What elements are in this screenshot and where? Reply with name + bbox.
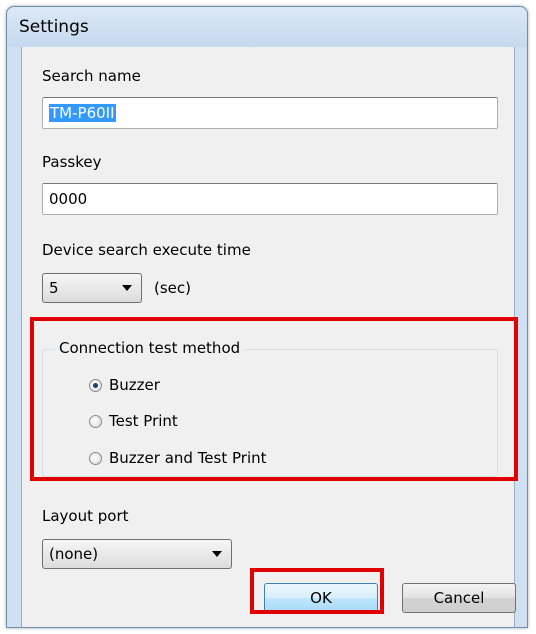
radio-buzzer-label: Buzzer [109, 376, 160, 394]
settings-dialog: Settings Search name TM-P60II Passkey 00… [6, 6, 528, 628]
passkey-value: 0000 [49, 190, 88, 208]
chevron-down-icon [212, 551, 222, 557]
radio-button-icon[interactable] [89, 452, 102, 465]
layout-port-select[interactable]: (none) [42, 539, 232, 569]
radio-buzzer-and-test-print-label: Buzzer and Test Print [109, 449, 267, 467]
device-search-time-select[interactable]: 5 [42, 273, 142, 303]
cancel-button[interactable]: Cancel [402, 583, 516, 613]
device-search-time-value: 5 [49, 279, 59, 297]
title-bar[interactable]: Settings [7, 7, 527, 47]
radio-test-print-label: Test Print [109, 412, 178, 430]
device-search-time-label: Device search execute time [42, 241, 251, 259]
passkey-label: Passkey [42, 153, 102, 171]
search-name-value: TM-P60II [49, 104, 116, 122]
chevron-down-icon [122, 285, 132, 291]
connection-test-title: Connection test method [55, 339, 245, 357]
layout-port-value: (none) [49, 545, 99, 563]
passkey-input[interactable]: 0000 [42, 183, 498, 215]
radio-button-icon[interactable] [89, 379, 102, 392]
connection-test-group: Connection test method Buzzer Test Print… [42, 339, 498, 477]
dialog-body: Search name TM-P60II Passkey 0000 Device… [21, 47, 516, 627]
search-name-label: Search name [42, 67, 141, 85]
radio-button-icon[interactable] [89, 415, 102, 428]
layout-port-label: Layout port [42, 507, 129, 525]
search-name-input[interactable]: TM-P60II [42, 97, 498, 129]
seconds-unit-label: (sec) [154, 279, 191, 297]
dialog-title: Settings [19, 17, 89, 37]
ok-button[interactable]: OK [264, 583, 378, 613]
